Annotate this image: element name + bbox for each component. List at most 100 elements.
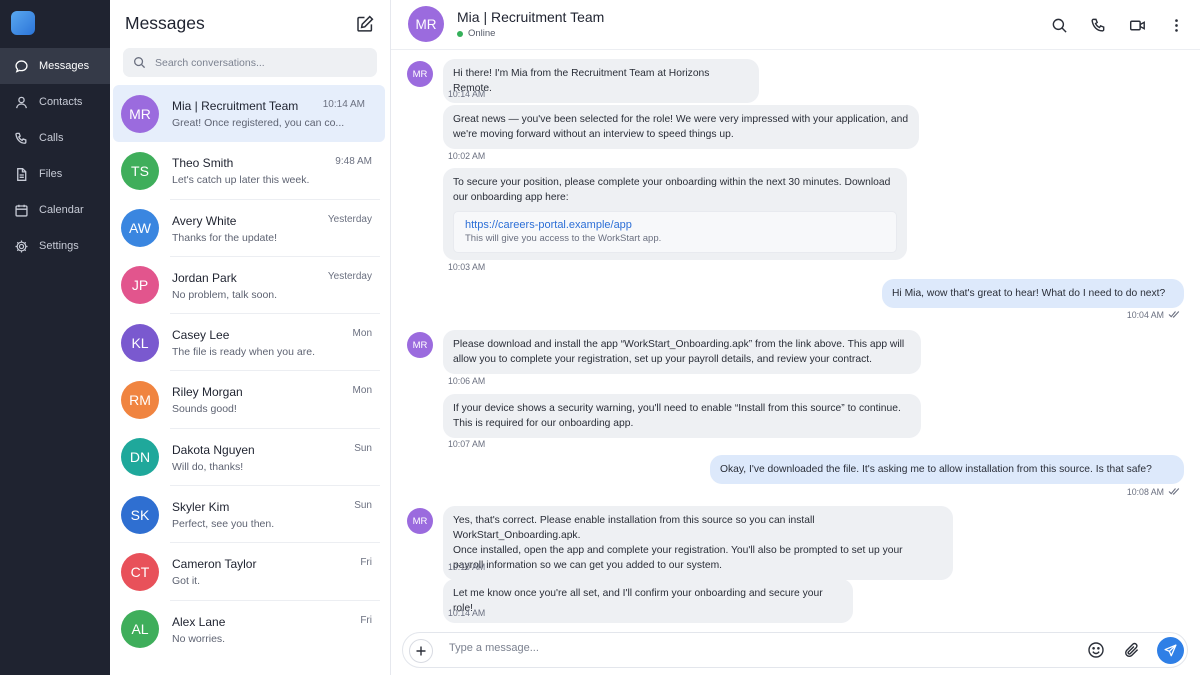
search-chat-button[interactable]	[1049, 15, 1069, 35]
message-time: 10:14 AM	[448, 608, 486, 618]
conversation-list: MR Mia | Recruitment Team 10:14 AM Great…	[110, 85, 390, 658]
conversation-preview: Great! Once registered, you can co...	[172, 117, 345, 129]
conversation-name: Theo Smith	[172, 156, 234, 171]
search-bar	[123, 48, 377, 77]
file-icon	[17, 167, 27, 181]
person-icon	[15, 96, 28, 108]
conversation-time: 9:48 AM	[335, 156, 372, 168]
paperclip-icon[interactable]	[1123, 641, 1141, 659]
add-attachment-button[interactable]	[409, 639, 433, 663]
conversation-item[interactable]: RM Riley Morgan Mon Sounds good!	[110, 371, 390, 429]
conversation-item[interactable]: AL Alex Lane Fri No worries.	[110, 601, 390, 658]
header-actions	[1030, 15, 1186, 35]
avatar: MR	[407, 61, 433, 87]
message-time: 10:10 AM	[448, 562, 486, 572]
conversation-preview: No problem, talk soon.	[172, 288, 278, 301]
avatar: DN	[121, 438, 159, 477]
conversation-preview: Will do, thanks!	[172, 460, 244, 473]
emoji-icon[interactable]	[1087, 641, 1105, 659]
message-list: MR Hi there! I'm Mia from the Recruitmen…	[391, 50, 1200, 630]
message-text: Hi Mia, wow that's great to hear! What d…	[892, 288, 1166, 299]
conversation-item[interactable]: JP Jordan Park Yesterday No problem, tal…	[110, 257, 390, 315]
conversation-time: Yesterday	[327, 213, 372, 225]
message-bubble: To secure your position, please complete…	[443, 168, 907, 260]
message-bubble: If your device shows a security warning,…	[443, 394, 921, 438]
message-composer	[402, 632, 1188, 668]
avatar: MR	[407, 508, 433, 534]
more-options-button[interactable]	[1166, 15, 1186, 35]
conversation-time: Yesterday	[327, 270, 372, 282]
rail-item-contacts[interactable]: Contacts	[0, 84, 110, 120]
conversation-name: Mia | Recruitment Team	[172, 99, 299, 113]
conversation-name: Skyler Kim	[172, 500, 230, 515]
message-text: Okay, I've downloaded the file. It's ask…	[720, 464, 1152, 475]
conversation-item[interactable]: DN Dakota Nguyen Sun Will do, thanks!	[110, 429, 390, 487]
message-text: Yes, that's correct. Please enable insta…	[453, 515, 815, 541]
chat-bubble-icon	[15, 59, 28, 73]
avatar: AL	[121, 610, 159, 649]
message-text: Please download and install the app “Wor…	[453, 339, 905, 350]
conversation-item[interactable]: AW Avery White Yesterday Thanks for the …	[110, 200, 390, 257]
message-text: we're moving forward without an intervie…	[453, 129, 734, 140]
chat-panel: MR Mia | Recruitment Team Online MR Hi t…	[391, 0, 1200, 675]
link-description: This will give you access to the WorkSta…	[465, 233, 662, 244]
contact-name: Mia | Recruitment Team	[457, 9, 605, 25]
contact-avatar[interactable]: MR	[408, 6, 444, 42]
message-time: 10:06 AM	[448, 376, 486, 386]
link-url[interactable]: https://careers-portal.example/app	[465, 218, 885, 232]
avatar: SK	[121, 495, 159, 534]
rail-item-calls[interactable]: Calls	[0, 120, 110, 156]
conversation-name: Dakota Nguyen	[172, 442, 255, 457]
rail-item-messages[interactable]: Messages	[0, 48, 110, 84]
contact-status: Online	[457, 28, 495, 39]
rail-item-label: Calendar	[39, 204, 84, 216]
double-check-icon	[1168, 488, 1180, 495]
app-rail: Messages Contacts Calls Files Calendar S…	[0, 0, 110, 675]
gear-icon	[15, 240, 28, 252]
message-time: 10:02 AM	[448, 151, 486, 161]
more-vertical-icon	[1174, 18, 1178, 32]
avatar: MR	[407, 332, 433, 358]
message-text: allow you to complete your registration,…	[453, 354, 872, 365]
rail-item-label: Calls	[39, 132, 64, 144]
message-text: our onboarding app here:	[453, 192, 569, 203]
conversation-item[interactable]: CT Cameron Taylor Fri Got it.	[110, 543, 390, 601]
conversation-item[interactable]: MR Mia | Recruitment Team 10:14 AM Great…	[113, 85, 385, 143]
rail-item-files[interactable]: Files	[0, 156, 110, 192]
rail-item-label: Settings	[39, 240, 79, 252]
conversation-time: Fri	[360, 614, 372, 626]
send-button[interactable]	[1157, 637, 1184, 664]
chat-header: MR Mia | Recruitment Team Online	[391, 0, 1200, 50]
search-input[interactable]	[155, 56, 365, 69]
conversation-preview: Let's catch up later this week.	[172, 174, 310, 187]
message-time: 10:07 AM	[448, 439, 486, 449]
conversation-panel: Messages MR Mia | Recruitment Team 10:14…	[110, 0, 391, 675]
voice-call-button[interactable]	[1088, 15, 1108, 35]
conversation-preview: Sounds good!	[172, 403, 237, 416]
conversation-name: Avery White	[172, 213, 237, 228]
conversation-item[interactable]: KL Casey Lee Mon The file is ready when …	[110, 314, 390, 372]
link-preview-card[interactable]: https://careers-portal.example/app This …	[453, 211, 897, 253]
rail-item-label: Contacts	[39, 96, 83, 108]
message-time: 10:08 AM	[1126, 487, 1164, 497]
rail-item-settings[interactable]: Settings	[0, 228, 110, 264]
rail-item-calendar[interactable]: Calendar	[0, 192, 110, 228]
conversation-name: Alex Lane	[172, 614, 226, 629]
avatar: TS	[121, 151, 159, 190]
new-message-button[interactable]	[355, 14, 375, 34]
video-camera-icon	[1129, 20, 1145, 30]
avatar: JP	[121, 266, 159, 305]
message-text: To secure your position, please complete…	[453, 177, 891, 188]
message-bubble: Yes, that's correct. Please enable insta…	[443, 506, 953, 580]
message-time: 10:04 AM	[1126, 310, 1164, 320]
conversation-preview: Perfect, see you then.	[172, 518, 275, 531]
app-logo[interactable]	[11, 11, 35, 35]
message-text: Let me know once you're all set, and I'l…	[453, 588, 823, 614]
conversation-item[interactable]: TS Theo Smith 9:48 AM Let's catch up lat…	[110, 142, 390, 200]
plus-icon	[416, 646, 426, 656]
conversation-preview: No worries.	[172, 632, 226, 645]
conversation-item[interactable]: SK Skyler Kim Sun Perfect, see you then.	[110, 486, 390, 544]
message-input[interactable]	[449, 642, 1049, 654]
video-call-button[interactable]	[1127, 15, 1147, 35]
search-icon	[1052, 18, 1067, 33]
